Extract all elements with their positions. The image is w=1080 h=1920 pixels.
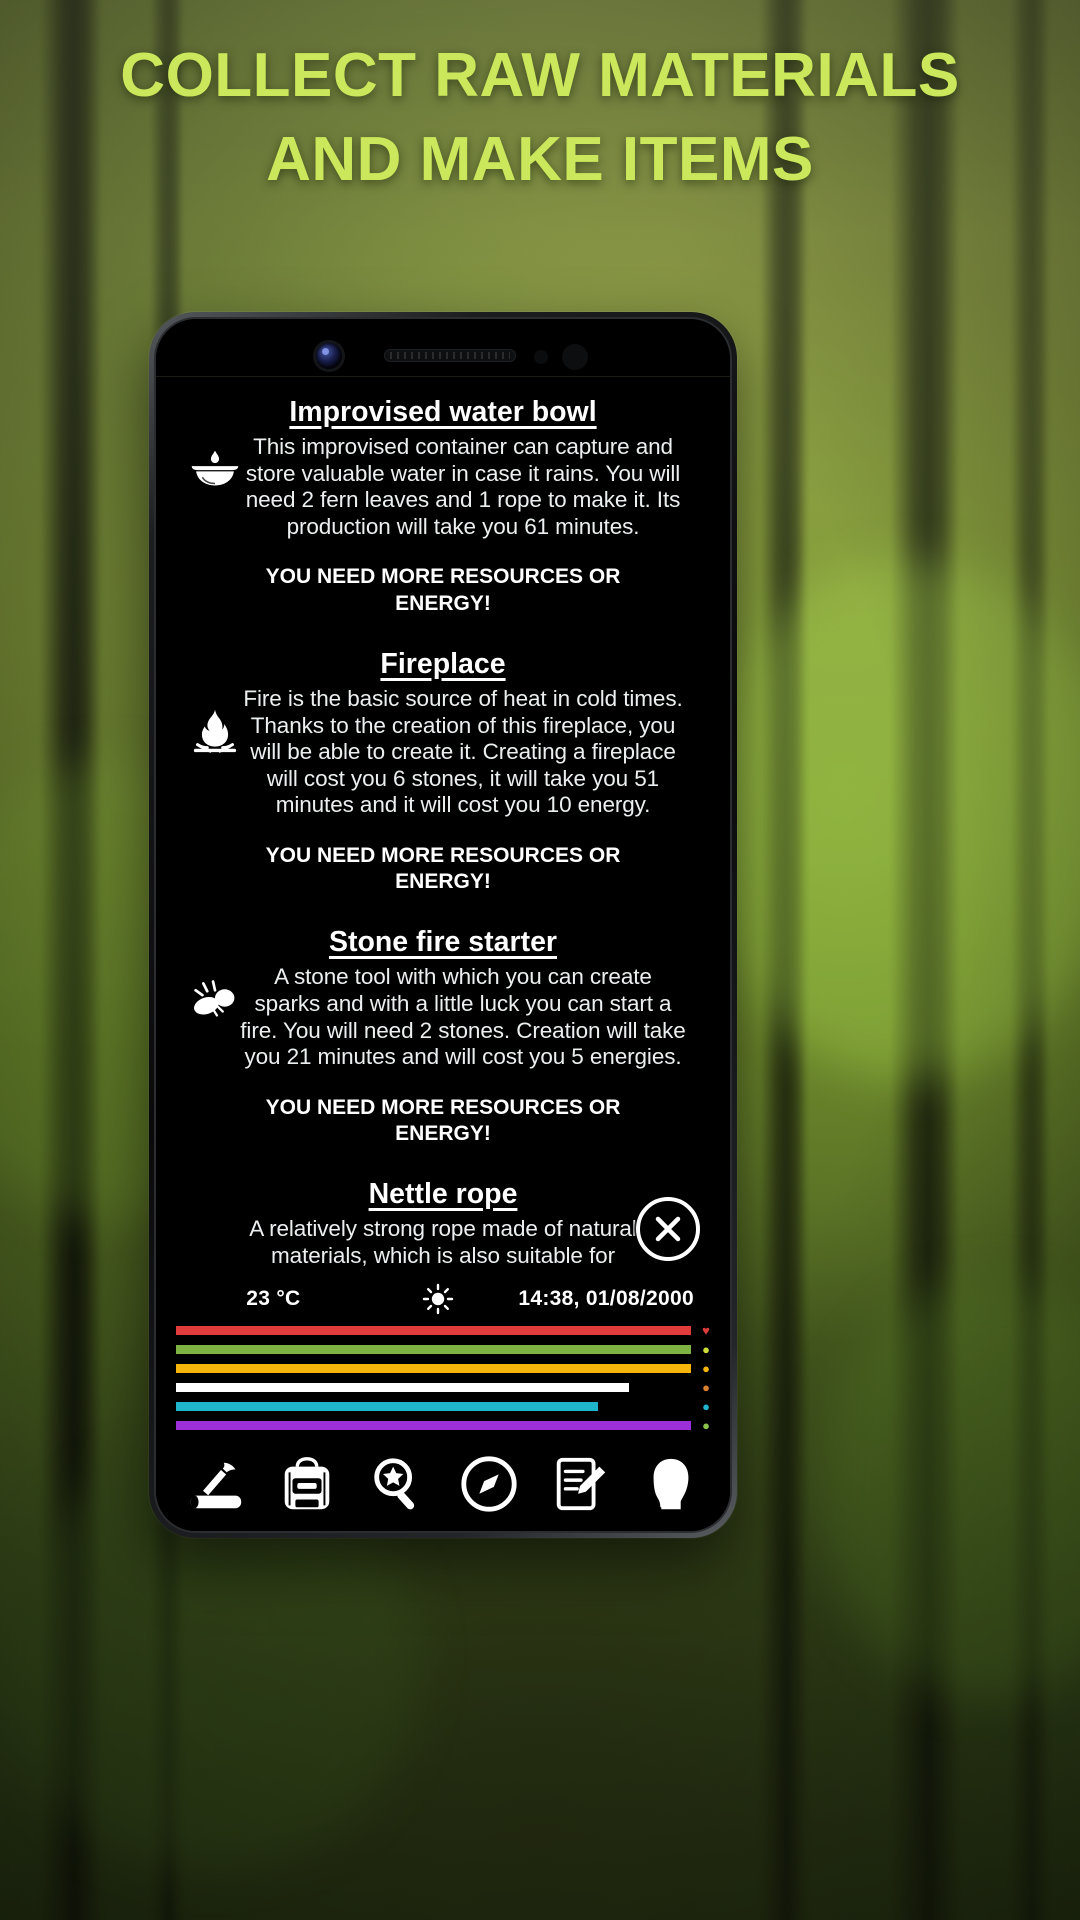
- weather-indicator: [361, 1283, 515, 1315]
- temperature-readout: 23 °C: [246, 1287, 301, 1310]
- entry-description: A relatively strong rope made of natural…: [249, 1216, 637, 1268]
- promo-headline: COLLECT RAW MATERIALS AND MAKE ITEMS: [120, 41, 960, 195]
- person-head-icon: [653, 1458, 688, 1510]
- entry-title: Nettle rope: [368, 1178, 518, 1211]
- phone-notch-bar: [156, 319, 730, 377]
- campfire-icon: [184, 702, 246, 764]
- bar-track: [176, 1345, 691, 1354]
- bar-fill: [176, 1326, 691, 1335]
- entry-warning: YOU NEED MORE RESOURCES OR ENERGY!: [265, 1095, 621, 1145]
- leaf-icon: ●: [702, 1418, 710, 1433]
- water-bowl-icon: [184, 437, 246, 499]
- bar-fill: [176, 1383, 630, 1392]
- status-bar-hunger: ●: [176, 1361, 716, 1376]
- close-button[interactable]: [636, 1197, 700, 1261]
- entry-title: Improvised water bowl: [289, 396, 597, 428]
- nav-item-craft[interactable]: [185, 1453, 247, 1515]
- bar-fill: [176, 1402, 599, 1411]
- bar-fill: [176, 1364, 691, 1373]
- nav-item-navigate[interactable]: [458, 1453, 520, 1515]
- crafting-list[interactable]: Improvised water bowl This improvised co…: [156, 377, 730, 1273]
- status-bar-stamina: ●: [176, 1342, 716, 1357]
- app-screen: Improvised water bowl This improvised co…: [156, 377, 730, 1531]
- nav-item-character[interactable]: [640, 1453, 702, 1515]
- craft-entry-nettle-rope[interactable]: Nettle rope A relatively strong rope mad…: [178, 1177, 708, 1269]
- bar-track: [176, 1326, 691, 1335]
- entry-warning: YOU NEED MORE RESOURCES OR ENERGY!: [265, 565, 621, 615]
- nav-item-journal[interactable]: [549, 1453, 611, 1515]
- bar-track: [176, 1421, 691, 1430]
- status-bars: ♥ ● ● ● ● ●: [156, 1321, 730, 1443]
- entry-title: Stone fire starter: [328, 926, 558, 959]
- entry-description: A stone tool with which you can create s…: [240, 964, 686, 1070]
- entry-description: Fire is the basic source of heat in cold…: [243, 686, 683, 818]
- close-x-icon: [655, 1216, 681, 1242]
- nav-item-explore[interactable]: [367, 1453, 429, 1515]
- bottom-nav: [156, 1443, 730, 1531]
- heart-icon: ♥: [702, 1323, 710, 1338]
- proximity-sensor-icon: [534, 350, 548, 364]
- thermometer-icon: ●: [702, 1399, 710, 1414]
- status-bar-thirst: ●: [176, 1380, 716, 1395]
- entry-title: Fireplace: [380, 647, 506, 680]
- entry-warning: YOU NEED MORE RESOURCES OR ENERGY!: [265, 843, 621, 894]
- axe-on-log-icon: [190, 1462, 241, 1509]
- bar-track: [176, 1383, 691, 1392]
- food-icon: ●: [702, 1361, 710, 1376]
- hud-top-row: 23 °C 14:38, 01/08/2000: [156, 1279, 730, 1321]
- bar-track: [176, 1364, 691, 1373]
- bar-fill: [176, 1345, 691, 1354]
- flint-spark-icon: [184, 967, 246, 1029]
- bar-track: [176, 1402, 691, 1411]
- status-bar-health: ♥: [176, 1323, 716, 1338]
- craft-entry-stone-fire-starter[interactable]: Stone fire starter A stone tool with whi…: [178, 925, 708, 1070]
- phone-screen-frame: Improvised water bowl This improvised co…: [154, 317, 732, 1533]
- phone-mockup: Improvised water bowl This improvised co…: [149, 312, 737, 1538]
- notepad-pencil-icon: [556, 1457, 605, 1511]
- earpiece-speaker-icon: [384, 349, 516, 362]
- craft-entry-water-bowl[interactable]: Improvised water bowl This improvised co…: [178, 395, 708, 540]
- backpack-icon: [284, 1457, 329, 1510]
- status-bar-morale: ●: [176, 1418, 716, 1433]
- compass-icon: [460, 1456, 517, 1512]
- ambient-light-sensor-icon: [562, 344, 588, 370]
- datetime-readout: 14:38, 01/08/2000: [518, 1287, 694, 1310]
- craft-entry-fireplace[interactable]: Fireplace Fire is the basic source of he…: [178, 647, 708, 819]
- sun-icon: [422, 1283, 454, 1315]
- bar-fill: [176, 1421, 691, 1430]
- water-drop-icon: ●: [702, 1380, 710, 1395]
- front-camera-icon: [316, 343, 342, 369]
- nav-item-inventory[interactable]: [276, 1453, 338, 1515]
- entry-description: This improvised container can capture an…: [245, 434, 681, 539]
- lightning-icon: ●: [702, 1342, 710, 1357]
- magnifier-star-icon: [373, 1458, 414, 1510]
- status-bar-temperature: ●: [176, 1399, 716, 1414]
- status-hud: 23 °C 14:38, 01/08/2000 ♥ ● ● ● ● ●: [156, 1273, 730, 1443]
